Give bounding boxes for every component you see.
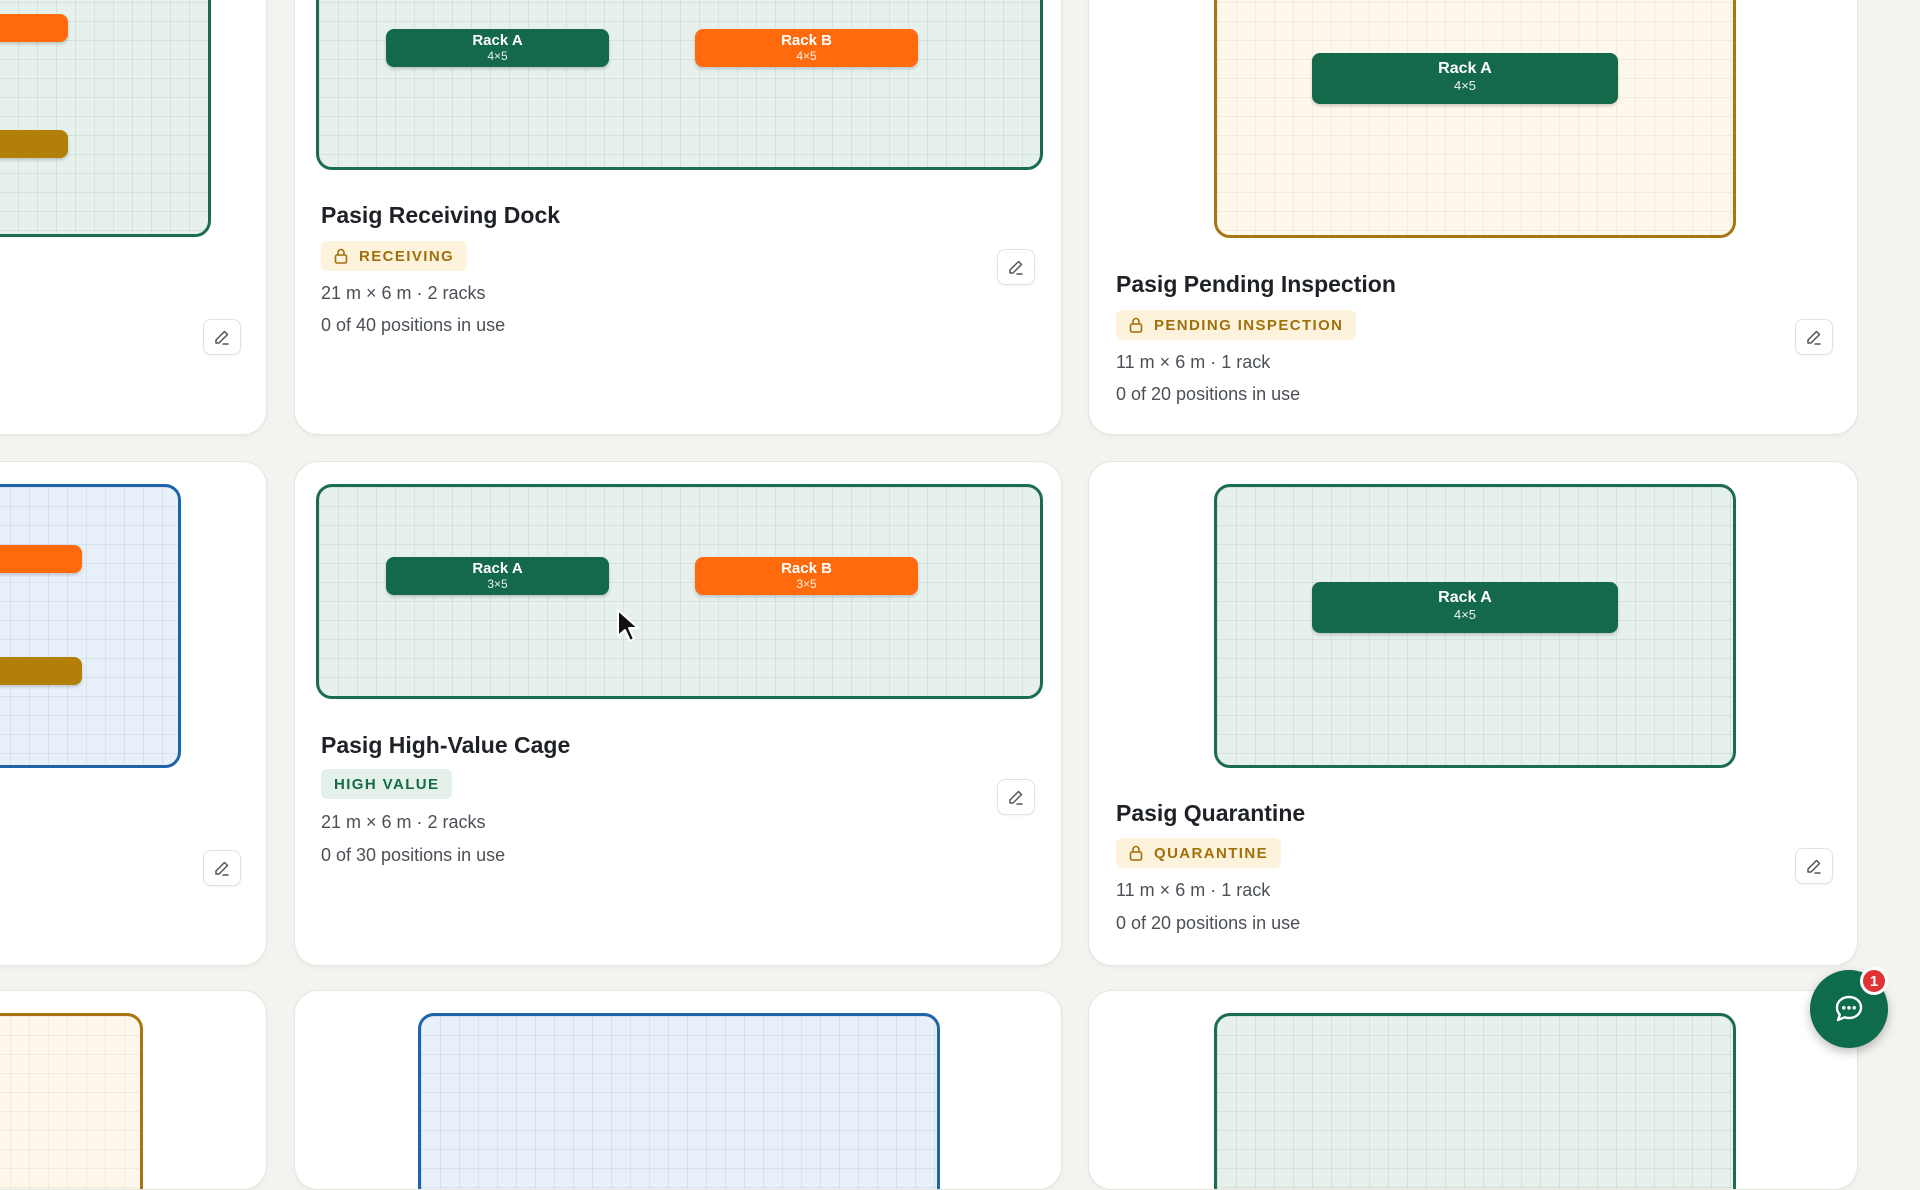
rack-name: Rack B (781, 32, 832, 49)
rack[interactable] (0, 657, 82, 685)
zone-title: Pasig Pending Inspection (1116, 271, 1396, 297)
zone-card-left-middle (0, 461, 267, 966)
zone-map: Rack A 4×5 (1214, 484, 1736, 768)
rack[interactable] (0, 130, 68, 158)
pencil-icon (1009, 790, 1023, 805)
zone-card-receiving[interactable]: Rack A 4×5 Rack B 4×5 Pasig Receiving Do… (294, 0, 1062, 435)
rack-name: Rack B (781, 560, 832, 577)
zone-size: 21 m × 6 m · 2 racks (321, 812, 486, 832)
zone-usage: 0 of 30 positions in use (321, 845, 506, 865)
zone-card-bottom-middle[interactable] (294, 990, 1062, 1190)
rack[interactable]: Rack A 4×5 (1312, 53, 1618, 104)
cursor-arrow-icon (617, 609, 639, 642)
rack-dims: 4×5 (487, 49, 508, 63)
zone-card-quarantine[interactable]: Rack A 4×5 Pasig Quarantine QUARANTINE 1… (1088, 461, 1858, 966)
zone-map (0, 0, 211, 237)
zone-badge: HIGH VALUE (321, 769, 453, 799)
zone-map (418, 1013, 940, 1189)
rack[interactable]: Rack B 4×5 (695, 29, 918, 67)
zone-map (0, 1013, 143, 1189)
zone-map (1214, 1013, 1736, 1189)
rack-dims: 3×5 (796, 577, 817, 591)
pencil-icon (215, 330, 229, 345)
zone-title: Pasig High-Value Cage (321, 732, 571, 758)
edit-button[interactable] (1795, 848, 1833, 884)
zone-card-left-bottom (0, 990, 267, 1190)
rack-name: Rack A (1438, 60, 1492, 77)
zone-badge: QUARANTINE (1116, 838, 1281, 868)
rack-dims: 4×5 (796, 49, 817, 63)
rack[interactable] (0, 14, 68, 42)
edit-button[interactable] (997, 249, 1035, 285)
pencil-icon (215, 861, 229, 876)
pencil-icon (1009, 260, 1023, 275)
rack-name: Rack A (1438, 589, 1492, 606)
rack[interactable] (0, 545, 82, 573)
zone-badge-label: PENDING INSPECTION (1154, 316, 1344, 334)
zone-badge: PENDING INSPECTION (1116, 310, 1357, 340)
zone-usage: 0 of 40 positions in use (321, 315, 506, 335)
pencil-icon (1807, 859, 1821, 874)
edit-button[interactable] (1795, 319, 1833, 355)
zone-badge-label: QUARANTINE (1154, 844, 1268, 862)
zone-map: Rack A 4×5 (1214, 0, 1736, 238)
chat-unread-badge: 1 (1860, 967, 1888, 995)
rack[interactable]: Rack B 3×5 (695, 557, 918, 595)
rack-dims: 3×5 (487, 577, 508, 591)
zone-card-bottom-right[interactable] (1088, 990, 1858, 1190)
rack-name: Rack A (472, 32, 523, 49)
zone-badge-label: HIGH VALUE (334, 775, 440, 793)
rack-name: Rack A (472, 560, 523, 577)
zone-size: 11 m × 6 m · 1 rack (1116, 352, 1271, 372)
edit-button[interactable] (203, 850, 241, 886)
zone-size: 21 m × 6 m · 2 racks (321, 283, 486, 303)
rack[interactable]: Rack A 4×5 (1312, 582, 1618, 633)
edit-button[interactable] (203, 319, 241, 355)
zone-usage: 0 of 20 positions in use (1116, 384, 1301, 404)
rack[interactable]: Rack A 3×5 (386, 557, 609, 595)
rack-dims: 4×5 (1453, 78, 1477, 93)
zone-map: Rack A 4×5 Rack B 4×5 (316, 0, 1043, 170)
zone-card-pending[interactable]: Rack A 4×5 Pasig Pending Inspection PEND… (1088, 0, 1858, 435)
zone-badge-label: RECEIVING (359, 247, 455, 265)
edit-button[interactable] (997, 779, 1035, 815)
lock-icon (334, 248, 348, 264)
zone-card-left-top (0, 0, 267, 435)
zone-usage: 0 of 20 positions in use (1116, 913, 1301, 933)
rack-dims: 4×5 (1453, 607, 1477, 622)
zone-size: 11 m × 6 m · 1 rack (1116, 880, 1271, 900)
zone-title: Pasig Receiving Dock (321, 202, 561, 228)
zone-title: Pasig Quarantine (1116, 800, 1306, 826)
rack[interactable]: Rack A 4×5 (386, 29, 609, 67)
zone-map: Rack A 3×5 Rack B 3×5 (316, 484, 1043, 699)
chat-bubble-icon (1835, 995, 1863, 1022)
pencil-icon (1807, 330, 1821, 345)
zone-map (0, 484, 181, 768)
zone-card-high-value[interactable]: Rack A 3×5 Rack B 3×5 Pasig High-Value C… (294, 461, 1062, 966)
zone-badge: RECEIVING (321, 241, 468, 271)
lock-icon (1129, 317, 1143, 333)
lock-icon (1129, 845, 1143, 861)
